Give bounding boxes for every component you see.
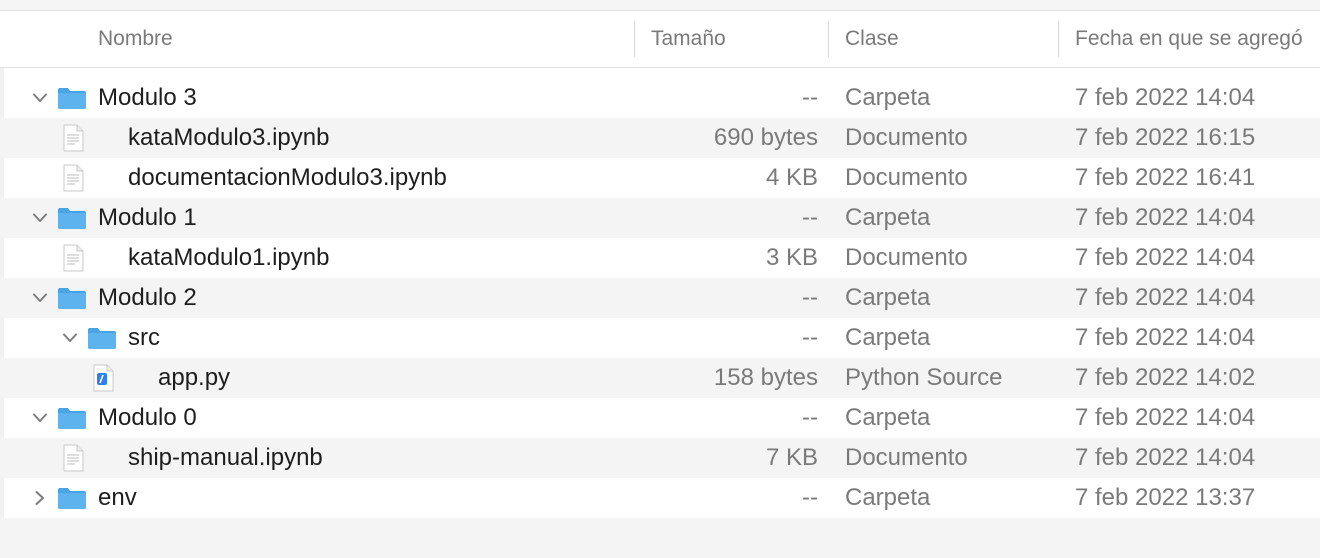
file-size: -- xyxy=(802,404,818,431)
file-row[interactable]: documentacionModulo3.ipynb 4 KB Documento 7… xyxy=(0,158,1320,198)
column-header-size[interactable]: Tamaño xyxy=(651,11,821,67)
document-icon xyxy=(62,438,84,478)
file-date-added: 7 feb 2022 14:04 xyxy=(1075,324,1256,351)
file-kind: Carpeta xyxy=(845,484,931,511)
file-date-added: 7 feb 2022 14:04 xyxy=(1075,84,1256,111)
folder-icon xyxy=(87,318,117,358)
file-kind: Documento xyxy=(845,164,968,191)
folder-icon xyxy=(57,278,87,318)
file-size: 158 bytes xyxy=(713,364,818,391)
column-divider[interactable] xyxy=(828,21,829,57)
file-row[interactable]: app.py 158 bytes Python Source 7 feb 2022 1… xyxy=(0,358,1320,398)
file-date-added: 7 feb 2022 13:37 xyxy=(1075,484,1256,511)
document-icon xyxy=(62,158,84,198)
file-name: Modulo 2 xyxy=(98,284,197,311)
file-size: -- xyxy=(802,484,818,511)
file-kind: Carpeta xyxy=(845,204,931,231)
file-kind: Carpeta xyxy=(845,404,931,431)
file-kind: Documento xyxy=(845,444,968,471)
column-header: Nombre Tamaño Clase Fecha en que se agre… xyxy=(0,11,1320,68)
file-name: ship-manual.ipynb xyxy=(128,444,323,471)
file-size: -- xyxy=(802,284,818,311)
file-name: app.py xyxy=(158,364,231,391)
python-file-icon xyxy=(92,358,114,398)
file-date-added: 7 feb 2022 16:15 xyxy=(1075,124,1256,151)
disclosure-chevron-down-icon[interactable] xyxy=(30,398,50,438)
file-row[interactable]: Modulo 0 -- Carpeta 7 feb 2022 14:04 xyxy=(0,398,1320,438)
file-row[interactable]: kataModulo1.ipynb 3 KB Documento 7 feb 2022… xyxy=(0,238,1320,278)
file-kind: Documento xyxy=(845,124,968,151)
column-divider[interactable] xyxy=(1058,21,1059,57)
file-date-added: 7 feb 2022 14:04 xyxy=(1075,284,1256,311)
window-top-strip xyxy=(0,0,1320,11)
file-size: 690 bytes xyxy=(713,124,818,151)
folder-icon xyxy=(57,478,87,518)
file-row[interactable]: Modulo 1 -- Carpeta 7 feb 2022 14:04 xyxy=(0,198,1320,238)
column-divider[interactable] xyxy=(634,21,635,57)
file-name: Modulo 1 xyxy=(98,204,197,231)
column-header-date[interactable]: Fecha en que se agregó xyxy=(1075,11,1320,67)
folder-icon xyxy=(57,78,87,118)
folder-icon xyxy=(57,198,87,238)
disclosure-chevron-right-icon[interactable] xyxy=(30,478,50,518)
column-header-name[interactable]: Nombre xyxy=(98,11,618,67)
file-date-added: 7 feb 2022 14:04 xyxy=(1075,244,1256,271)
file-size: -- xyxy=(802,324,818,351)
disclosure-chevron-down-icon[interactable] xyxy=(30,78,50,118)
file-name: Modulo 3 xyxy=(98,84,197,111)
disclosure-chevron-down-icon[interactable] xyxy=(30,278,50,318)
file-size: -- xyxy=(802,84,818,111)
file-date-added: 7 feb 2022 14:04 xyxy=(1075,204,1256,231)
file-size: -- xyxy=(802,204,818,231)
file-kind: Carpeta xyxy=(845,284,931,311)
file-size: 7 KB xyxy=(765,444,818,471)
file-list: Modulo 3 -- Carpeta 7 feb 2022 14:04 kataMod… xyxy=(0,78,1320,558)
file-row[interactable]: ship-manual.ipynb 7 KB Documento 7 feb 2022… xyxy=(0,438,1320,478)
empty-row xyxy=(0,518,1320,558)
file-kind: Carpeta xyxy=(845,324,931,351)
file-row[interactable]: Modulo 2 -- Carpeta 7 feb 2022 14:04 xyxy=(0,278,1320,318)
column-header-kind[interactable]: Clase xyxy=(845,11,1045,67)
file-size: 3 KB xyxy=(765,244,818,271)
file-date-added: 7 feb 2022 16:41 xyxy=(1075,164,1256,191)
file-kind: Carpeta xyxy=(845,84,931,111)
file-size: 4 KB xyxy=(765,164,818,191)
file-row[interactable]: Modulo 3 -- Carpeta 7 feb 2022 14:04 xyxy=(0,78,1320,118)
file-kind: Python Source xyxy=(845,364,1003,391)
disclosure-chevron-down-icon[interactable] xyxy=(30,198,50,238)
folder-icon xyxy=(57,398,87,438)
file-name: Modulo 0 xyxy=(98,404,197,431)
file-date-added: 7 feb 2022 14:04 xyxy=(1075,404,1256,431)
file-row[interactable]: kataModulo3.ipynb 690 bytes Documento 7 feb… xyxy=(0,118,1320,158)
file-date-added: 7 feb 2022 14:02 xyxy=(1075,364,1256,391)
disclosure-chevron-down-icon[interactable] xyxy=(60,318,80,358)
file-row[interactable]: src -- Carpeta 7 feb 2022 14:04 xyxy=(0,318,1320,358)
document-icon xyxy=(62,238,84,278)
file-row[interactable]: env -- Carpeta 7 feb 2022 13:37 xyxy=(0,478,1320,518)
file-date-added: 7 feb 2022 14:04 xyxy=(1075,444,1256,471)
file-name: documentacionModulo3.ipynb xyxy=(128,164,447,191)
file-kind: Documento xyxy=(845,244,968,271)
file-name: kataModulo3.ipynb xyxy=(128,124,330,151)
file-name: env xyxy=(98,484,137,511)
document-icon xyxy=(62,118,84,158)
file-name: src xyxy=(128,324,160,351)
file-name: kataModulo1.ipynb xyxy=(128,244,330,271)
